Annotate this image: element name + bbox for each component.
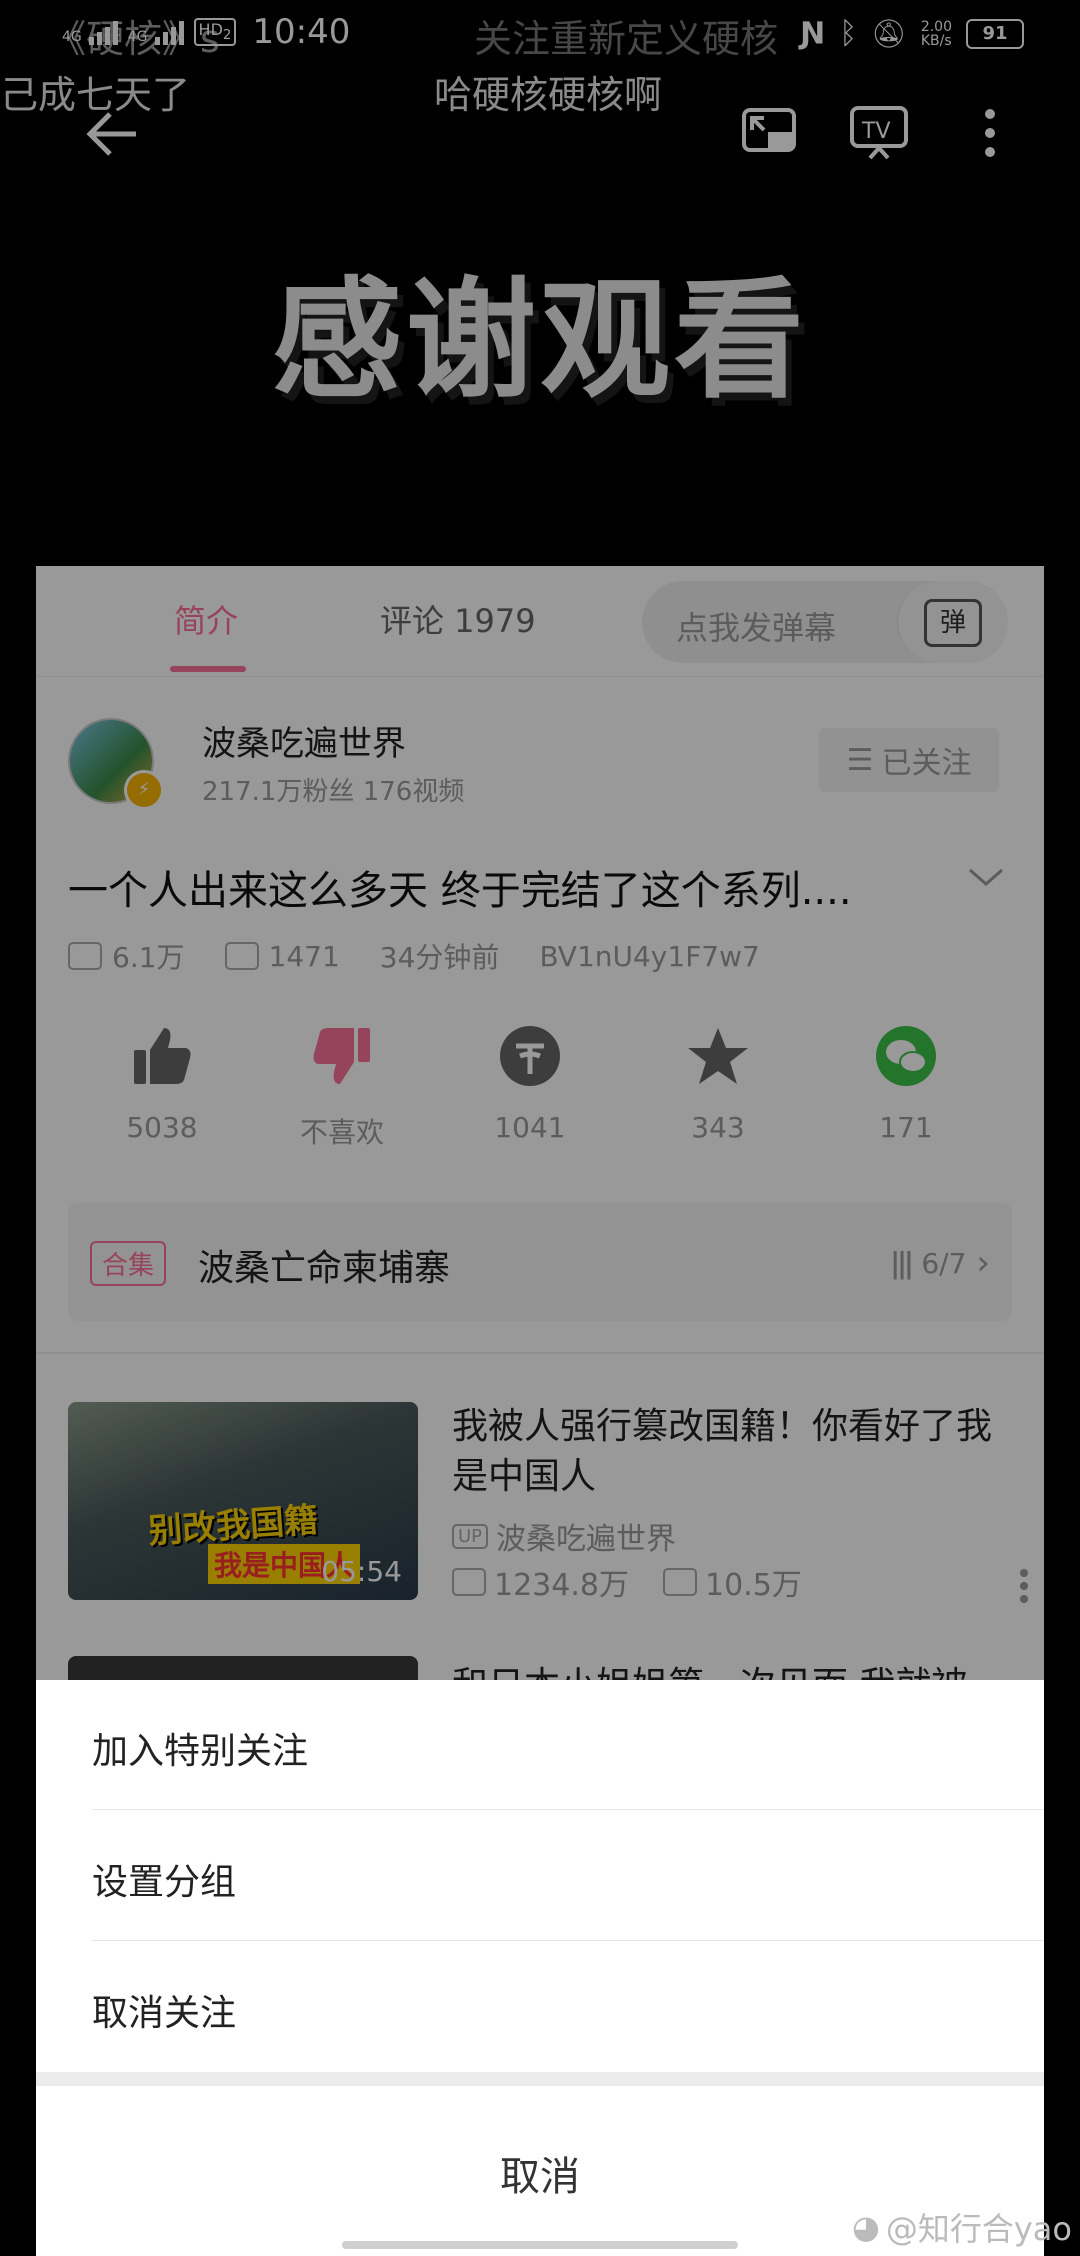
sheet-separator <box>36 2072 1044 2086</box>
unfollow-option[interactable]: 取消关注 <box>36 1942 1044 2072</box>
divider <box>92 1940 1044 1941</box>
weibo-watermark: ◕ @知行合yao <box>851 2208 1072 2248</box>
follow-options-sheet: 加入特别关注 设置分组 取消关注 取消 <box>36 1680 1044 2256</box>
weibo-icon: ◕ <box>851 2208 880 2246</box>
divider <box>92 1809 1044 1810</box>
special-follow-option[interactable]: 加入特别关注 <box>36 1680 1044 1810</box>
home-indicator[interactable] <box>342 2241 738 2249</box>
set-group-option[interactable]: 设置分组 <box>36 1811 1044 1941</box>
